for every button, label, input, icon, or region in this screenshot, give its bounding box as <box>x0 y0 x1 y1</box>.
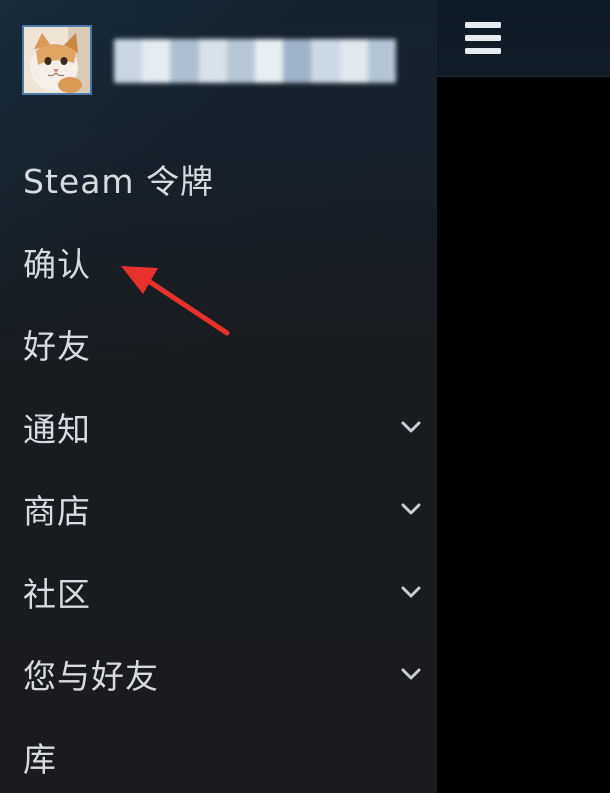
top-bar <box>437 0 610 77</box>
navigation-drawer: Steam 令牌 确认好友通知商店社区您与好友库 <box>0 0 437 793</box>
menu-item-label: 您与好友 <box>23 657 159 697</box>
menu-item-label: 通知 <box>23 409 91 449</box>
menu-item-0[interactable]: Steam 令牌 <box>0 138 437 221</box>
profile-header[interactable] <box>22 25 422 99</box>
menu-item-label: 社区 <box>23 574 91 614</box>
avatar[interactable] <box>22 25 92 95</box>
menu-item-3[interactable]: 通知 <box>0 386 437 469</box>
menu-item-2[interactable]: 好友 <box>0 303 437 386</box>
menu-item-label: 库 <box>23 739 57 779</box>
menu-item-label: 确认 <box>23 244 91 284</box>
blurred-username <box>114 39 396 83</box>
hamburger-menu-icon[interactable] <box>465 22 501 56</box>
menu-item-label: 商店 <box>23 492 91 532</box>
menu-item-7[interactable]: 库 <box>0 716 437 793</box>
menu-item-label: 好友 <box>23 327 91 367</box>
menu-item-6[interactable]: 您与好友 <box>0 633 437 716</box>
menu-item-5[interactable]: 社区 <box>0 551 437 634</box>
chevron-down-icon[interactable] <box>397 413 425 441</box>
menu-item-1[interactable]: 确认 <box>0 221 437 304</box>
chevron-down-icon[interactable] <box>397 578 425 606</box>
menu-item-label: Steam 令牌 <box>23 162 215 202</box>
chevron-down-icon[interactable] <box>397 495 425 523</box>
drawer-menu: Steam 令牌 确认好友通知商店社区您与好友库 <box>0 138 437 793</box>
menu-item-4[interactable]: 商店 <box>0 468 437 551</box>
chevron-down-icon[interactable] <box>397 660 425 688</box>
cat-avatar-image <box>24 27 90 93</box>
page-content-dimmed <box>437 77 610 793</box>
